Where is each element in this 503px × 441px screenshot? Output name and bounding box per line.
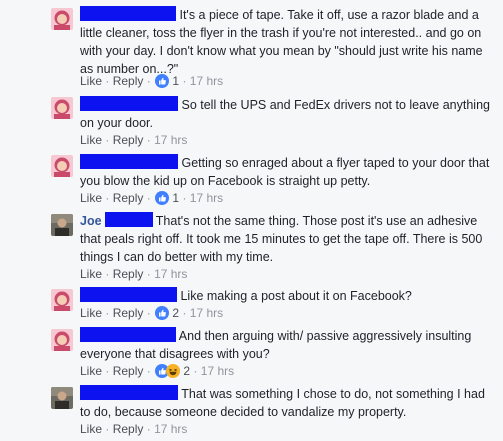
timestamp[interactable]: 17 hrs (190, 74, 223, 88)
comment-body: That was something I chose to do, not so… (80, 385, 493, 421)
comment-body: Getting so enraged about a flyer taped t… (80, 154, 493, 190)
comment-actions: Like · Reply · 17 hrs (80, 133, 188, 147)
female-avatar[interactable] (51, 329, 73, 351)
reaction-count: 2 (172, 306, 180, 320)
redacted-name (80, 327, 176, 342)
haha-icon (166, 364, 181, 378)
reactions[interactable] (155, 306, 170, 320)
comment-body: So tell the UPS and FedEx drivers not to… (80, 96, 493, 132)
redacted-name (104, 212, 153, 227)
like-button[interactable]: Like (80, 267, 102, 281)
like-icon (155, 306, 170, 320)
reactions[interactable] (155, 74, 170, 88)
comment-body: Like making a post about it on Facebook? (80, 287, 493, 305)
like-button[interactable]: Like (80, 364, 102, 378)
reply-button[interactable]: Reply (113, 74, 144, 88)
reaction-count: 1 (172, 74, 180, 88)
male-avatar[interactable] (51, 387, 73, 409)
like-icon (155, 74, 170, 88)
like-button[interactable]: Like (80, 422, 102, 436)
reply-button[interactable]: Reply (113, 422, 144, 436)
author-name[interactable]: Joe (80, 214, 102, 228)
female-avatar[interactable] (51, 155, 73, 177)
like-button[interactable]: Like (80, 74, 102, 88)
female-avatar[interactable] (51, 289, 73, 311)
timestamp[interactable]: 17 hrs (154, 267, 187, 281)
female-avatar[interactable] (51, 97, 73, 119)
male-avatar[interactable] (51, 214, 73, 236)
comment-body: And then arguing with/ passive aggressiv… (80, 327, 493, 363)
comment-actions: Like · Reply · 1 · 17 hrs (80, 74, 224, 88)
like-icon (155, 191, 170, 205)
reactions[interactable] (155, 191, 170, 205)
timestamp[interactable]: 17 hrs (154, 422, 187, 436)
timestamp[interactable]: 17 hrs (190, 191, 223, 205)
comment-text: Like making a post about it on Facebook? (180, 289, 412, 303)
redacted-name (80, 385, 178, 400)
comment-actions: Like · Reply · 1 · 17 hrs (80, 191, 224, 205)
redacted-name (80, 154, 178, 169)
comment-body: Joe That's not the same thing. Those pos… (80, 212, 493, 266)
comment-actions: Like · Reply · 17 hrs (80, 267, 188, 281)
comment-actions: Like · Reply · 2 · 17 hrs (80, 364, 235, 378)
comment-body: It's a piece of tape. Take it off, use a… (80, 6, 493, 78)
redacted-name (80, 96, 178, 111)
reactions[interactable] (155, 364, 181, 378)
like-button[interactable]: Like (80, 133, 102, 147)
comment-actions: Like · Reply · 17 hrs (80, 422, 188, 436)
reply-button[interactable]: Reply (113, 306, 144, 320)
redacted-name (80, 6, 176, 21)
female-avatar[interactable] (51, 8, 73, 30)
reaction-count: 1 (172, 191, 180, 205)
like-button[interactable]: Like (80, 306, 102, 320)
redacted-name (80, 287, 177, 302)
reply-button[interactable]: Reply (113, 364, 144, 378)
reply-button[interactable]: Reply (113, 133, 144, 147)
timestamp[interactable]: 17 hrs (154, 133, 187, 147)
comment-thread: It's a piece of tape. Take it off, use a… (0, 0, 503, 441)
like-button[interactable]: Like (80, 191, 102, 205)
timestamp[interactable]: 17 hrs (201, 364, 234, 378)
reply-button[interactable]: Reply (113, 191, 144, 205)
comment-actions: Like · Reply · 2 · 17 hrs (80, 306, 224, 320)
timestamp[interactable]: 17 hrs (190, 306, 223, 320)
reaction-count: 2 (183, 364, 191, 378)
reply-button[interactable]: Reply (113, 267, 144, 281)
